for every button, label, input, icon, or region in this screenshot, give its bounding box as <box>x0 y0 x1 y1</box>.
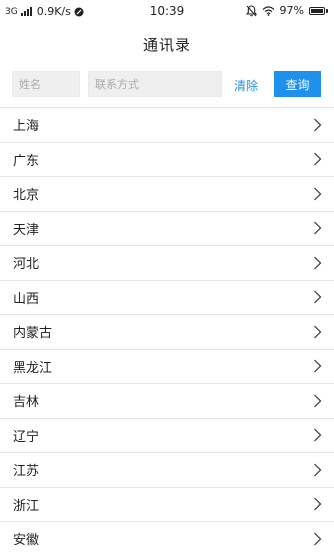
region-label: 黑龙江 <box>13 360 53 376</box>
chevron-right-icon <box>314 359 322 373</box>
region-label: 北京 <box>13 188 40 204</box>
region-label: 吉林 <box>13 395 40 411</box>
list-item[interactable]: 黑龙江 <box>0 348 334 384</box>
list-item[interactable]: 天津 <box>0 210 334 246</box>
name-input[interactable] <box>12 71 80 97</box>
mute-bell-icon <box>245 4 257 16</box>
list-item[interactable]: 山西 <box>0 279 334 315</box>
list-item[interactable]: 江苏 <box>0 452 334 487</box>
region-label: 广东 <box>13 153 40 169</box>
chevron-right-icon <box>314 152 322 166</box>
list-item[interactable]: 内蒙古 <box>0 314 334 349</box>
list-item[interactable]: 广东 <box>0 141 334 177</box>
region-label: 江苏 <box>13 464 40 480</box>
list-item[interactable]: 北京 <box>0 176 334 211</box>
list-item[interactable]: 吉林 <box>0 383 334 418</box>
wifi-icon <box>262 5 274 16</box>
contact-input[interactable] <box>88 71 222 97</box>
list-item[interactable]: 上海 <box>0 107 334 142</box>
status-right: 97% <box>245 4 328 17</box>
chevron-right-icon <box>314 532 322 546</box>
chevron-right-icon <box>314 394 322 408</box>
search-row: 清除 查询 <box>0 71 334 99</box>
clear-button[interactable]: 清除 <box>234 77 258 94</box>
list-item[interactable]: 安徽 <box>0 521 334 556</box>
chevron-right-icon <box>314 497 322 511</box>
region-label: 上海 <box>13 119 40 135</box>
chevron-right-icon <box>314 325 322 339</box>
chevron-right-icon <box>314 118 322 132</box>
region-list: 上海广东北京天津河北山西内蒙古黑龙江吉林辽宁江苏浙江安徽 <box>0 107 334 556</box>
region-label: 内蒙古 <box>13 326 53 342</box>
page-title: 通讯录 <box>142 35 191 54</box>
region-label: 山西 <box>13 291 40 307</box>
chevron-right-icon <box>314 221 322 235</box>
list-item[interactable]: 浙江 <box>0 486 334 522</box>
chevron-right-icon <box>314 463 322 477</box>
chevron-right-icon <box>314 256 322 270</box>
battery-percent: 97% <box>279 4 304 17</box>
region-label: 浙江 <box>13 498 40 514</box>
chevron-right-icon <box>314 187 322 201</box>
region-label: 辽宁 <box>13 429 40 445</box>
title-bar: 通讯录 <box>0 24 334 64</box>
query-button[interactable]: 查询 <box>274 71 321 97</box>
status-bar: 3G 0.9K/s 10:39 97% <box>0 0 334 24</box>
list-item[interactable]: 辽宁 <box>0 417 334 453</box>
chevron-right-icon <box>314 428 322 442</box>
region-label: 河北 <box>13 257 40 273</box>
list-item[interactable]: 河北 <box>0 245 334 280</box>
battery-icon <box>309 6 328 15</box>
region-label: 安徽 <box>13 533 40 549</box>
chevron-right-icon <box>314 290 322 304</box>
region-label: 天津 <box>13 222 40 238</box>
